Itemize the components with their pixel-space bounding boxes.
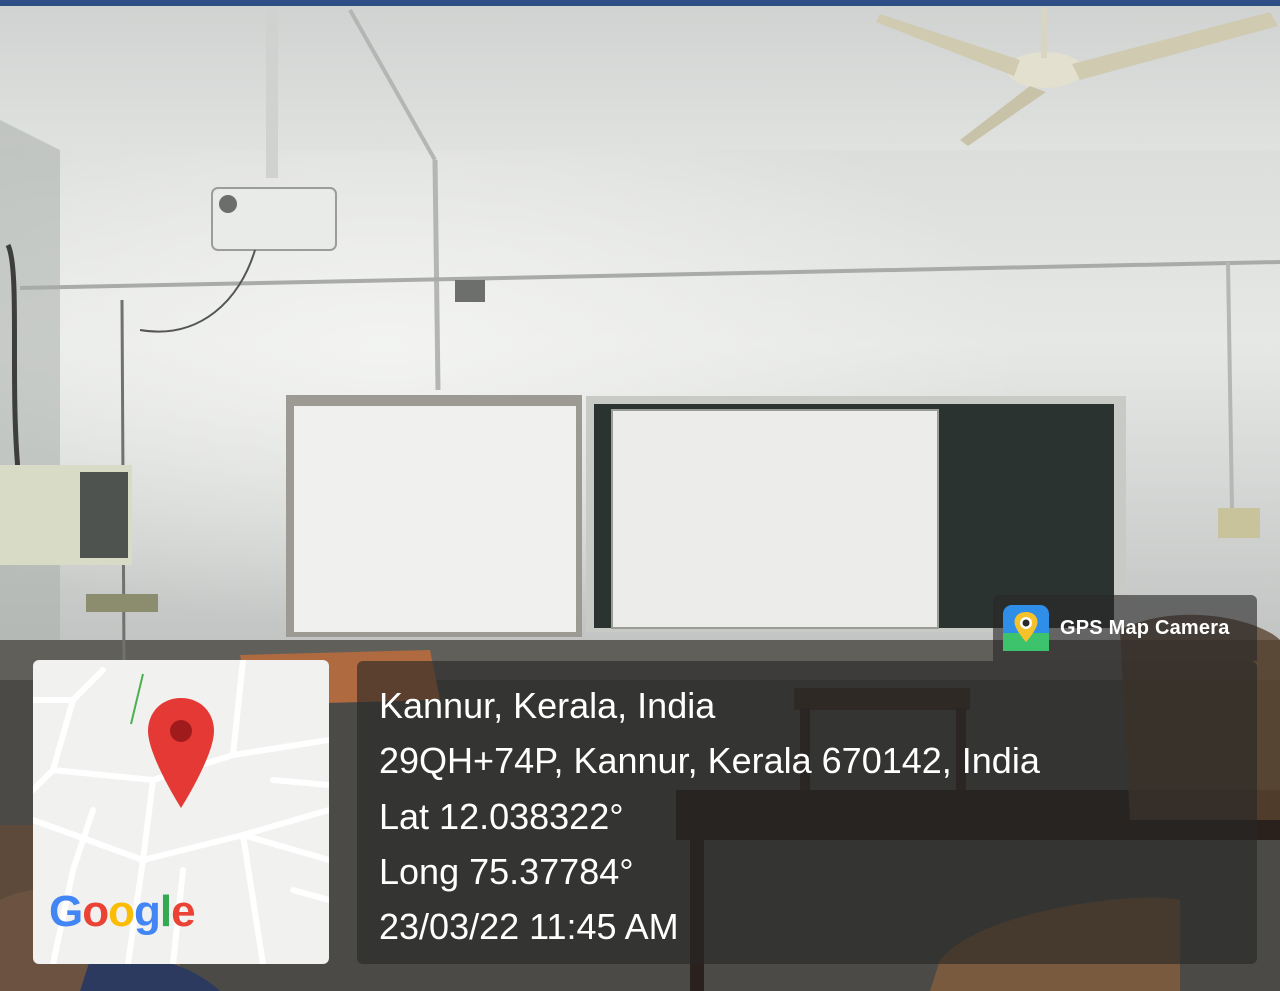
location-info-panel: Kannur, Kerala, India 29QH+74P, Kannur, … xyxy=(357,661,1257,964)
longitude: Long 75.37784° xyxy=(379,851,634,892)
address: 29QH+74P, Kannur, Kerala 670142, India xyxy=(379,740,1040,781)
latitude: Lat 12.038322° xyxy=(379,796,624,837)
top-edge-bar xyxy=(0,0,1280,6)
date-time: 23/03/22 11:45 AM xyxy=(379,906,679,947)
google-logo: Google xyxy=(49,887,196,936)
location-pin-icon xyxy=(148,698,214,808)
gps-map-camera-app-icon xyxy=(1003,605,1049,651)
place-name: Kannur, Kerala, India xyxy=(379,685,716,726)
gps-map-camera-badge: GPS Map Camera xyxy=(993,595,1257,661)
map-thumbnail: Google xyxy=(33,660,329,964)
gps-map-camera-label: GPS Map Camera xyxy=(1060,617,1230,639)
